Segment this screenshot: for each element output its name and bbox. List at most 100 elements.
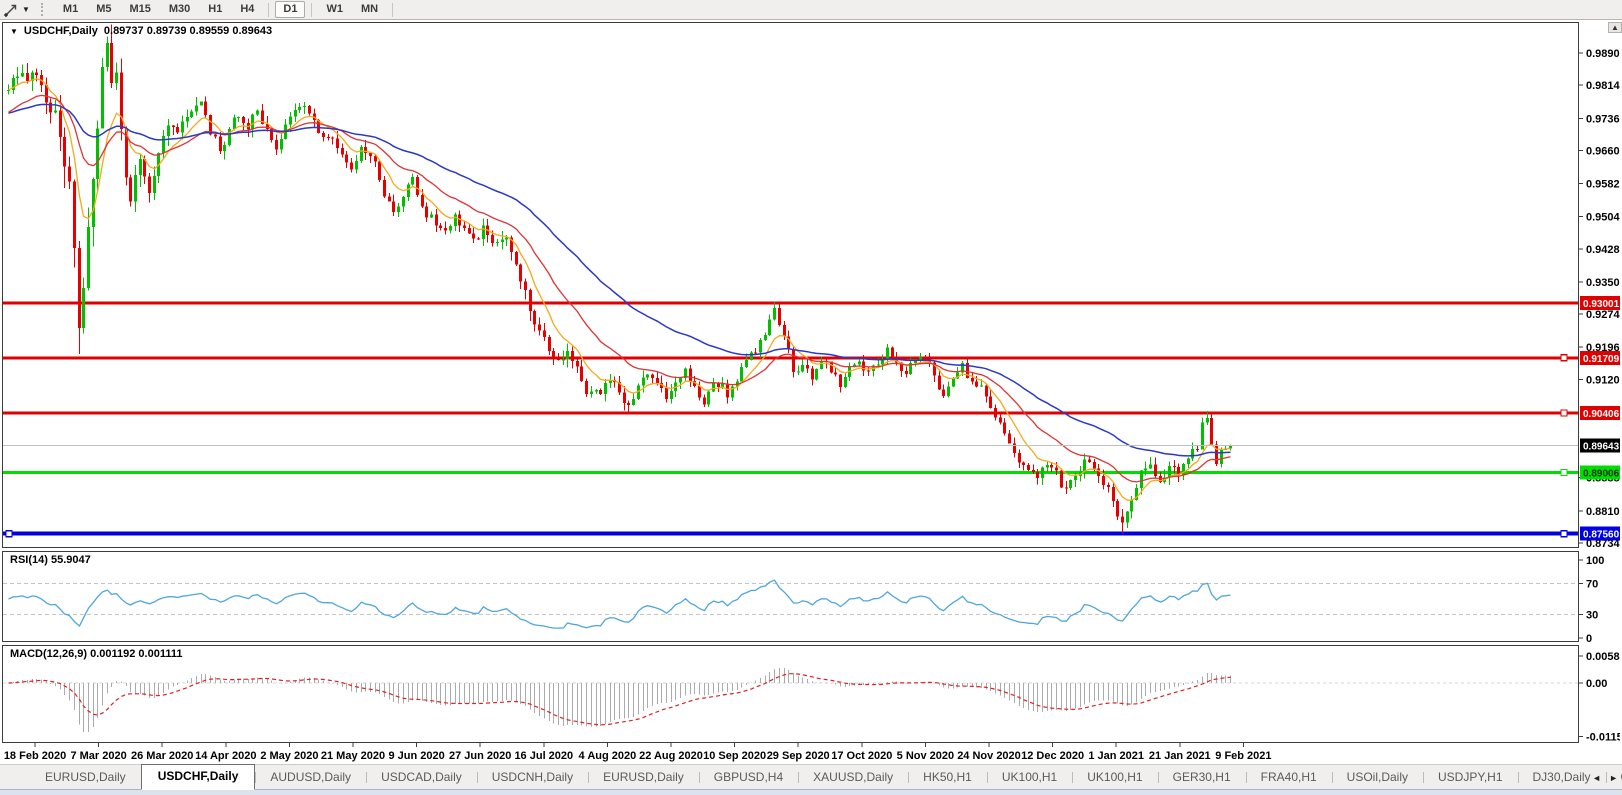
collapse-triangle-icon[interactable]: ▼ bbox=[10, 27, 18, 36]
tab-ger30-h1[interactable]: GER30,H1 bbox=[1157, 766, 1246, 789]
price-chart-canvas[interactable]: 0.98900 0.98140 0.97360 0.96600 0.95820 0.950… bbox=[2, 20, 1620, 764]
price-tick-label: 0.91200 bbox=[1586, 374, 1620, 386]
rsi-indicator-label: RSI(14) 55.9047 bbox=[10, 554, 91, 566]
price-tick-label: 0.94280 bbox=[1586, 244, 1620, 256]
crosshair-tool-button[interactable]: ▼ bbox=[0, 1, 33, 18]
date-label: 18 Feb 2020 bbox=[4, 750, 66, 762]
tab-usdcnh-daily[interactable]: USDCNH,Daily bbox=[476, 766, 588, 789]
tab-uk100-h1[interactable]: UK100,H1 bbox=[986, 766, 1072, 789]
timeframe-button-mn[interactable]: MN bbox=[353, 1, 386, 18]
price-tick-label: 0.92740 bbox=[1586, 309, 1620, 321]
crosshair-cursor-icon bbox=[3, 4, 17, 17]
price-badge-0.90406-text: 0.90406 bbox=[1583, 409, 1620, 420]
price-tick-label: 0.93500 bbox=[1586, 277, 1620, 289]
date-label: 12 Dec 2020 bbox=[1021, 750, 1084, 762]
date-label: 9 Jun 2020 bbox=[388, 750, 444, 762]
date-label: 21 Jan 2021 bbox=[1149, 750, 1211, 762]
timeframe-button-d1[interactable]: D1 bbox=[275, 1, 306, 18]
macd-name: MACD(12,26,9) bbox=[10, 648, 88, 660]
price-badge-0.91709-text: 0.91709 bbox=[1583, 354, 1620, 365]
timeframe-toolbar: ▼ M1 M5 M15 M30 H1 H4 D1 W1 MN bbox=[0, 0, 1622, 20]
tab-audusd-daily[interactable]: AUDUSD,Daily bbox=[255, 766, 366, 789]
timeframe-button-m15[interactable]: M15 bbox=[121, 1, 158, 18]
timeframe-button-w1[interactable]: W1 bbox=[318, 1, 351, 18]
ma-fast-line bbox=[8, 78, 1231, 501]
symbol-period-label: USDCHF,Daily bbox=[23, 25, 98, 37]
price-tick-label: 0.88100 bbox=[1586, 506, 1620, 518]
ma-slow-line bbox=[8, 103, 1231, 457]
date-label: 17 Oct 2020 bbox=[831, 750, 892, 762]
toolbar-separator bbox=[392, 2, 394, 17]
date-label: 16 Jul 2020 bbox=[514, 750, 573, 762]
hline-handle-0.90406[interactable] bbox=[1560, 409, 1568, 417]
rsi-name: RSI(14) bbox=[10, 554, 48, 566]
macd-values: 0.001192 0.001111 bbox=[90, 648, 183, 660]
timeframe-button-m5[interactable]: M5 bbox=[88, 1, 119, 18]
chart-title: ▼ USDCHF,Daily 0.89737 0.89739 0.89559 0… bbox=[10, 25, 272, 37]
candlestick-series bbox=[7, 24, 1232, 534]
price-tick-label: 0.96600 bbox=[1586, 145, 1620, 157]
tab-scroll-left-icon[interactable]: ◄ bbox=[1592, 773, 1601, 783]
hline-handle-0.89006[interactable] bbox=[1560, 468, 1568, 477]
macd-panel-border bbox=[2, 645, 1579, 743]
tab-uk100-h1[interactable]: UK100,H1 bbox=[1072, 766, 1157, 789]
date-label: 7 Mar 2020 bbox=[70, 750, 126, 762]
tab-usdjpy-h1[interactable]: USDJPY,H1 bbox=[1423, 766, 1517, 789]
rsi-tick-label: 30 bbox=[1586, 610, 1598, 622]
date-label: 29 Sep 2020 bbox=[767, 750, 830, 762]
tab-fra40-h1[interactable]: FRA40,H1 bbox=[1245, 766, 1332, 789]
current-price-badge-text: 0.89643 bbox=[1583, 441, 1620, 452]
tab-scroll-right-icon[interactable]: ► bbox=[1609, 773, 1618, 783]
rsi-tick-label: 70 bbox=[1586, 578, 1598, 590]
macd-histogram bbox=[13, 667, 1231, 732]
hline-handle-0.91709[interactable] bbox=[1560, 354, 1568, 362]
tab-eurusd-daily[interactable]: EURUSD,Daily bbox=[30, 766, 141, 789]
rsi-value: 55.9047 bbox=[50, 554, 91, 566]
tab-eurusd-daily[interactable]: EURUSD,Daily bbox=[588, 766, 699, 789]
price-tick-label: 0.97360 bbox=[1586, 113, 1620, 125]
macd-tick-label: 0.00 bbox=[1586, 678, 1607, 690]
date-label: 10 Sep 2020 bbox=[703, 750, 766, 762]
toolbar-grip[interactable] bbox=[40, 3, 48, 16]
price-tick-label: 0.95040 bbox=[1586, 212, 1620, 224]
tab-hk50-h1[interactable]: HK50,H1 bbox=[908, 766, 987, 789]
macd-tick-label: 0.005818 bbox=[1586, 651, 1620, 663]
tab-xauusd-daily[interactable]: XAUUSD,Daily bbox=[798, 766, 908, 789]
date-label: 1 Jan 2021 bbox=[1088, 750, 1144, 762]
price-tick-label: 0.98140 bbox=[1586, 80, 1620, 92]
toolbar-separator bbox=[268, 2, 270, 17]
rsi-tick-label: 100 bbox=[1586, 555, 1604, 567]
tab-usoil-daily[interactable]: USOil,Daily bbox=[1331, 766, 1423, 789]
price-axis[interactable]: 0.98900 0.98140 0.97360 0.96600 0.95820 0.950… bbox=[1578, 48, 1620, 744]
timeframe-button-m1[interactable]: M1 bbox=[55, 1, 86, 18]
hline-handle-left-0.87560[interactable] bbox=[5, 530, 13, 538]
date-label: 4 Aug 2020 bbox=[579, 750, 637, 762]
date-label: 5 Nov 2020 bbox=[897, 750, 954, 762]
tab-usdchf-daily[interactable]: USDCHF,Daily bbox=[140, 764, 256, 790]
timeframe-button-h1[interactable]: H1 bbox=[200, 1, 230, 18]
horizontal-lines bbox=[3, 301, 1578, 538]
chart-tab-bar: EURUSD,Daily USDCHF,Daily AUDUSD,Daily USDC… bbox=[0, 764, 1622, 790]
timeframe-button-m30[interactable]: M30 bbox=[161, 1, 198, 18]
main-panel-border bbox=[2, 22, 1579, 548]
price-tick-label: 0.95820 bbox=[1586, 179, 1620, 191]
macd-tick-label: -0.011514 bbox=[1586, 732, 1620, 744]
toolbar-separator bbox=[311, 2, 313, 17]
tab-usdcad-daily[interactable]: USDCAD,Daily bbox=[366, 766, 477, 789]
ma-mid-line bbox=[8, 94, 1231, 483]
price-badge-0.89006-text: 0.89006 bbox=[1583, 468, 1620, 479]
price-tick-label: 0.98900 bbox=[1586, 48, 1620, 60]
chevron-down-icon: ▼ bbox=[22, 5, 30, 14]
date-label: 27 Jun 2020 bbox=[449, 750, 511, 762]
date-label: 26 Mar 2020 bbox=[131, 750, 193, 762]
tab-gbpusd-h4[interactable]: GBPUSD,H4 bbox=[698, 766, 798, 789]
hline-handle-0.87560[interactable] bbox=[1560, 530, 1568, 538]
chart-window: 0.98900 0.98140 0.97360 0.96600 0.95820 0.950… bbox=[2, 20, 1622, 764]
date-label: 2 May 2020 bbox=[260, 750, 318, 762]
macd-indicator-label: MACD(12,26,9) 0.001192 0.001111 bbox=[10, 648, 182, 660]
timeframe-button-h4[interactable]: H4 bbox=[232, 1, 262, 18]
ohlc-values: 0.89737 0.89739 0.89559 0.89643 bbox=[103, 25, 273, 37]
date-label: 9 Feb 2021 bbox=[1215, 750, 1271, 762]
scroll-up-icon[interactable]: ▲ bbox=[1608, 22, 1622, 33]
date-axis[interactable]: 18 Feb 2020 7 Mar 2020 26 Mar 2020 14 Apr 2… bbox=[4, 742, 1272, 762]
